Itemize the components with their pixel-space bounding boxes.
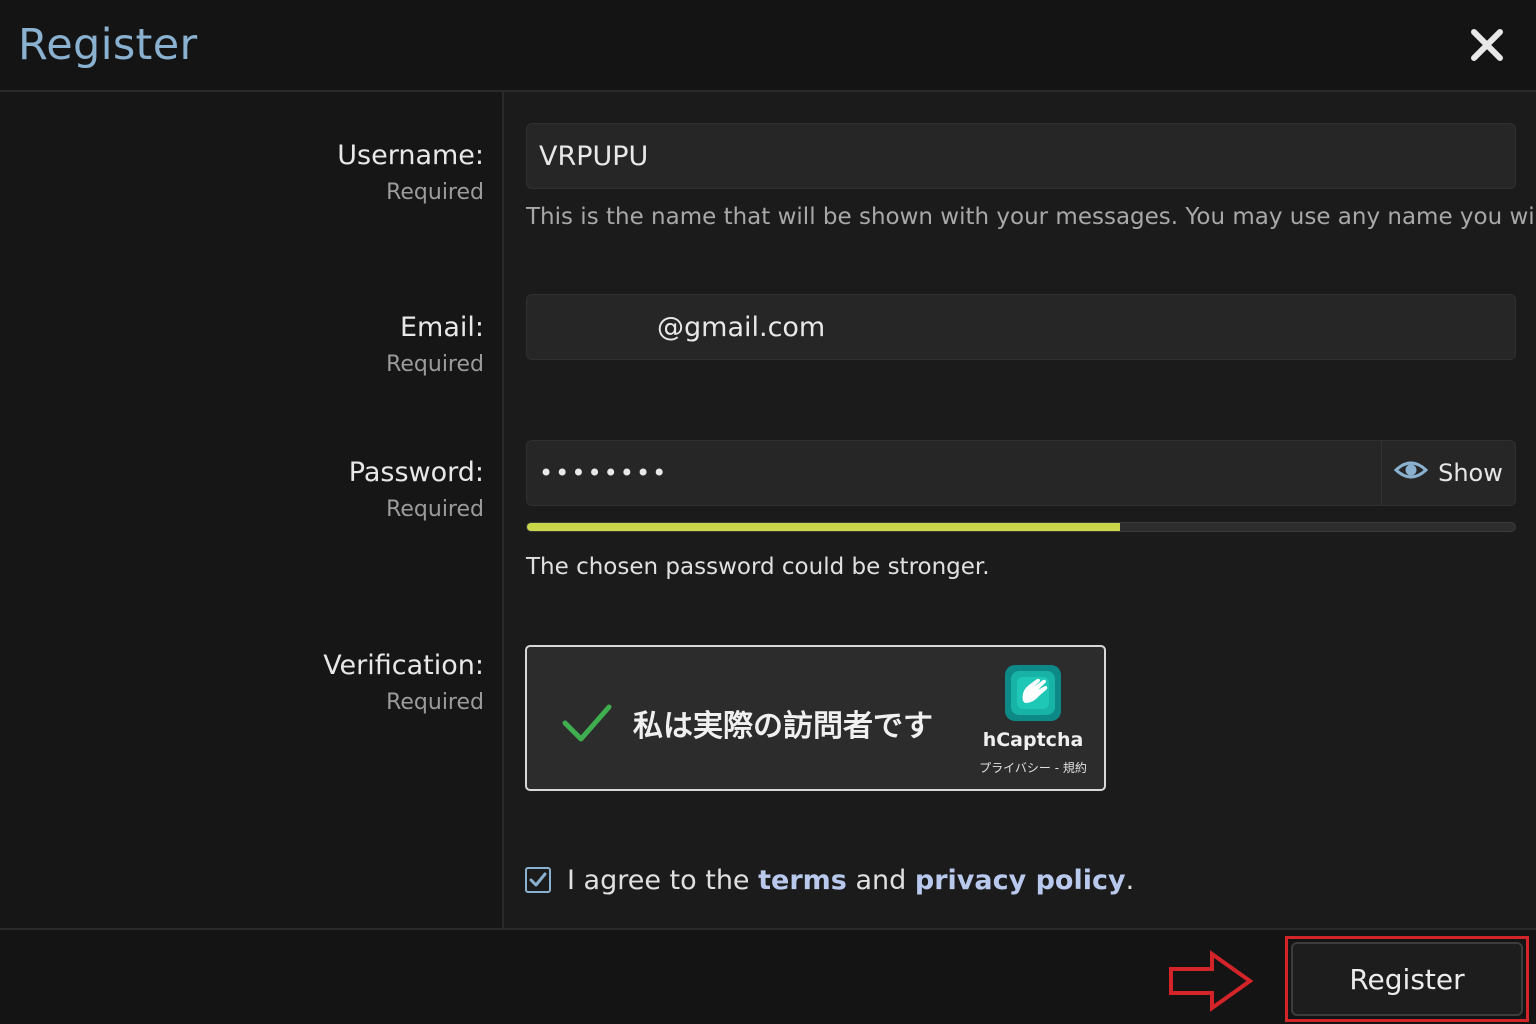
register-dialog: Register Username: Required VRPUPU This … [0,0,1536,1024]
show-password-button[interactable]: Show [1381,441,1515,505]
username-input[interactable]: VRPUPU [526,123,1516,189]
email-input[interactable]: @gmail.com [526,294,1516,360]
username-required: Required [386,180,484,205]
dialog-title: Register [18,20,198,70]
agree-text: I agree to the terms and privacy policy. [567,865,1134,896]
password-strength-message: The chosen password could be stronger. [526,554,990,580]
email-value: @gmail.com [657,311,826,343]
arrow-right-icon [1168,950,1254,1012]
password-input[interactable]: •••••••• Show [526,440,1516,506]
agree-prefix: I agree to the [567,864,750,896]
agree-checkbox[interactable] [525,867,551,893]
password-value: •••••••• [539,459,669,487]
password-strength-fill [527,523,1120,531]
password-label: Password: [348,457,484,488]
hcaptcha-widget[interactable]: 私は実際の訪問者です hCaptcha プライバシー - 規約 [525,645,1106,791]
agree-middle: and [855,864,907,896]
checkbox-check-icon [529,872,547,887]
agree-suffix: . [1125,864,1135,896]
dialog-header: Register [0,0,1536,92]
eye-icon [1393,458,1429,488]
username-hint: This is the name that will be shown with… [526,204,1536,230]
username-value: VRPUPU [539,140,649,172]
username-label: Username: [337,140,484,171]
privacy-policy-link[interactable]: privacy policy [915,865,1126,896]
close-icon[interactable] [1462,20,1512,70]
captcha-status-text: 私は実際の訪問者です [633,709,933,744]
email-required: Required [386,352,484,377]
hcaptcha-logo-icon [1001,661,1065,725]
agree-row: I agree to the terms and privacy policy. [525,862,1134,898]
verification-required: Required [386,690,484,715]
verification-label: Verification: [323,650,484,681]
email-label: Email: [399,312,484,343]
captcha-brand: hCaptcha [982,729,1084,751]
checkmark-icon [561,701,613,745]
show-password-label: Show [1438,459,1503,487]
captcha-privacy-terms-links[interactable]: プライバシー - 規約 [963,759,1103,776]
terms-link[interactable]: terms [758,865,847,896]
register-button[interactable]: Register [1291,942,1523,1016]
password-required: Required [386,497,484,522]
password-strength-meter [526,522,1516,532]
dialog-footer: Register [0,928,1536,1024]
